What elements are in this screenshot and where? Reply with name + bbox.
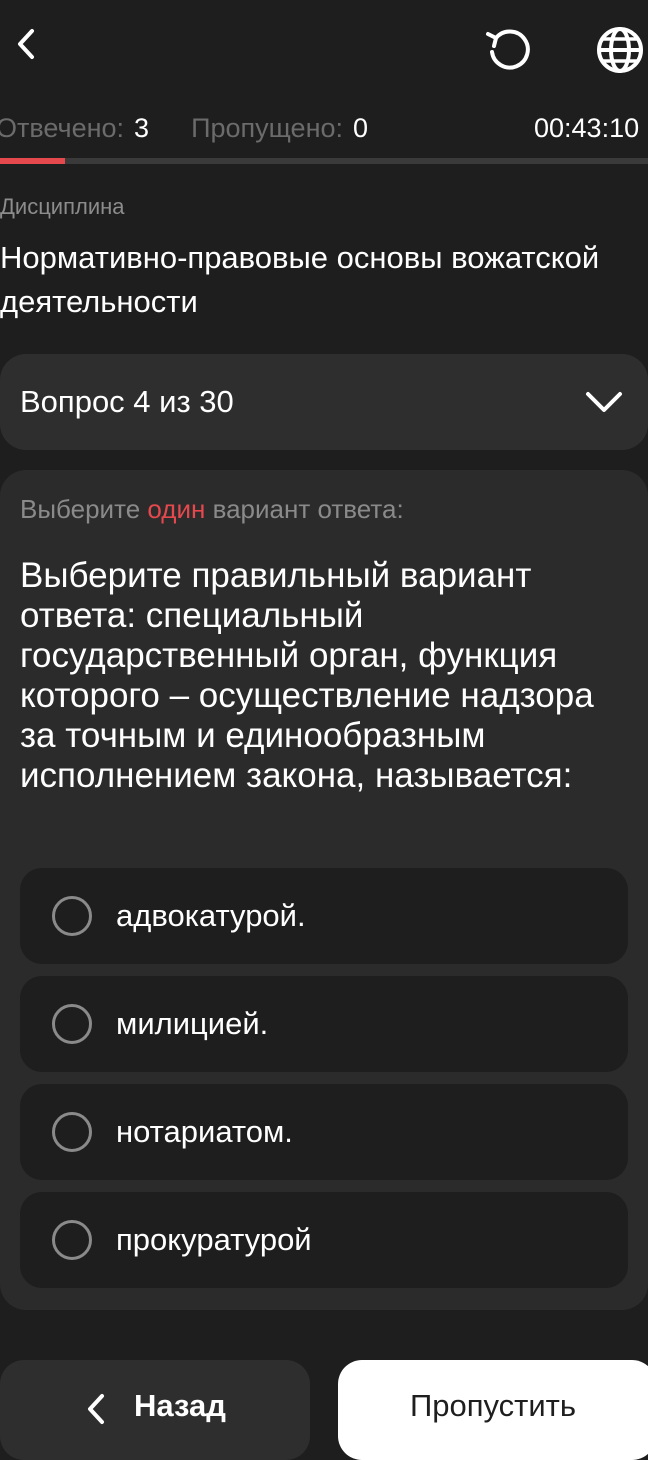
chevron-down-icon bbox=[586, 392, 622, 412]
answer-option-label: адвокатурой. bbox=[116, 898, 306, 933]
reload-icon bbox=[486, 29, 530, 70]
stats-row: Отвечено: 3 Пропущено: 0 00:43:10 bbox=[0, 110, 648, 146]
radio-button-icon[interactable] bbox=[52, 1004, 92, 1044]
skip-button[interactable]: Пропустить bbox=[338, 1360, 648, 1460]
discipline-label: Дисциплина bbox=[0, 194, 125, 219]
back-nav-button[interactable]: Назад bbox=[0, 1360, 310, 1460]
globe-icon bbox=[597, 27, 643, 73]
question-card: Выберите один вариант ответа: Выберите п… bbox=[0, 470, 648, 1310]
discipline-title: Нормативно-правовые основы вожатской дея… bbox=[0, 240, 600, 319]
answered-count: 3 bbox=[134, 113, 150, 143]
skipped-count: 0 bbox=[353, 113, 369, 143]
question-text: Выберите правильный вариант ответа: спец… bbox=[20, 556, 594, 795]
back-button[interactable] bbox=[4, 22, 48, 66]
language-button[interactable] bbox=[592, 24, 648, 76]
chevron-left-icon bbox=[88, 1394, 104, 1424]
answer-option[interactable]: адвокатурой. bbox=[20, 868, 628, 964]
answer-option-label: милицией. bbox=[116, 1006, 269, 1041]
hint-accent: один bbox=[147, 494, 206, 524]
answer-option-label: нотариатом. bbox=[116, 1114, 293, 1149]
question-selector[interactable]: Вопрос 4 из 30 bbox=[0, 354, 648, 450]
back-nav-label: Назад bbox=[134, 1388, 226, 1423]
radio-button-icon[interactable] bbox=[52, 1220, 92, 1260]
chevron-left-icon bbox=[18, 29, 34, 59]
skipped-label: Пропущено: bbox=[191, 113, 343, 143]
radio-button-icon[interactable] bbox=[52, 896, 92, 936]
timer: 00:43:10 bbox=[534, 113, 640, 143]
reload-button[interactable] bbox=[480, 24, 536, 76]
answer-hint: Выберите один вариант ответа: bbox=[20, 494, 404, 524]
answer-option[interactable]: нотариатом. bbox=[20, 1084, 628, 1180]
answer-option[interactable]: милицией. bbox=[20, 976, 628, 1072]
radio-button-icon[interactable] bbox=[52, 1112, 92, 1152]
answer-option-label: прокуратурой bbox=[116, 1222, 312, 1257]
progress-fill bbox=[0, 158, 65, 164]
question-number: Вопрос 4 из 30 bbox=[20, 384, 234, 419]
answer-option[interactable]: прокуратурой bbox=[20, 1192, 628, 1288]
progress-bar bbox=[0, 158, 648, 164]
answered-label: Отвечено: bbox=[0, 113, 125, 143]
skip-label: Пропустить bbox=[409, 1388, 577, 1423]
